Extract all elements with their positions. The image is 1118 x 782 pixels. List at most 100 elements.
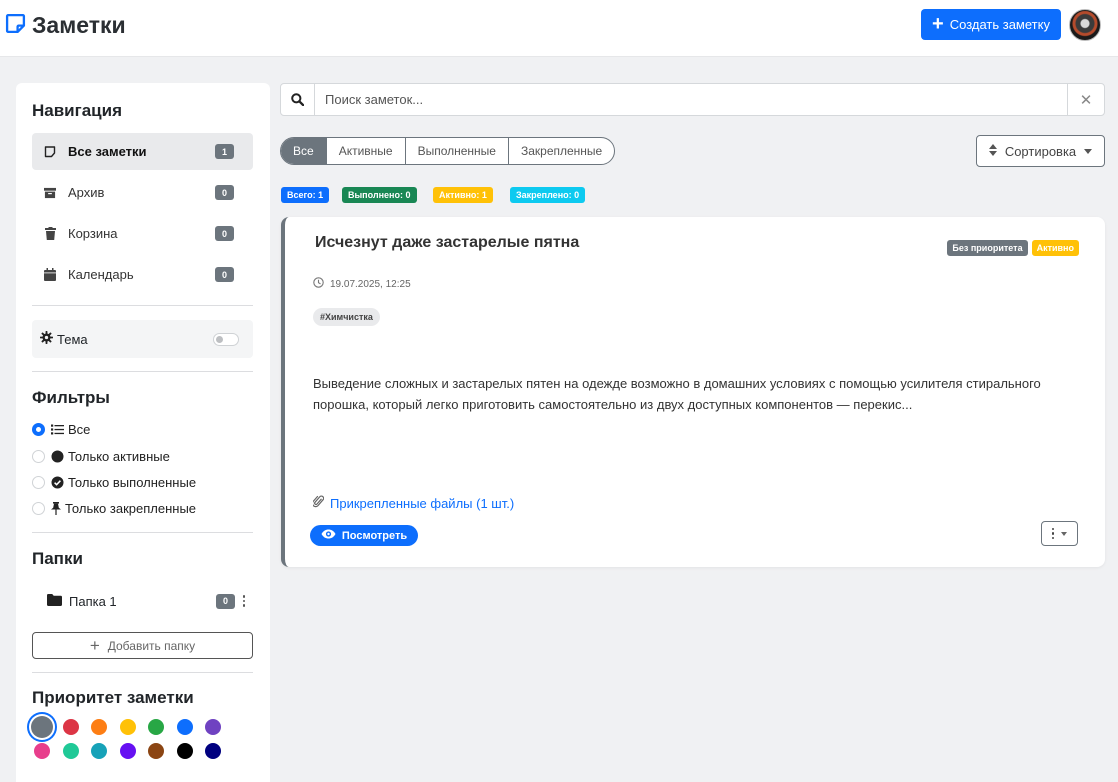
attachments-label: Прикрепленные файлы (1 шт.) <box>330 496 515 511</box>
search-input[interactable] <box>315 84 1067 115</box>
divider <box>32 672 253 673</box>
folder-item[interactable]: Папка 1 0 <box>32 589 253 613</box>
create-note-button[interactable]: + Создать заметку <box>921 9 1061 40</box>
close-icon: ✕ <box>1079 91 1093 109</box>
circle-icon <box>51 450 64 463</box>
note-title: Исчезнут даже застарелые пятна <box>315 234 580 251</box>
tab-completed[interactable]: Выполненные <box>404 138 508 164</box>
search-bar: ✕ <box>280 83 1105 116</box>
filter-pinned[interactable]: Только закрепленные <box>32 501 196 516</box>
sidebar-item-archive[interactable]: Архив 0 <box>32 174 253 211</box>
plus-icon: + <box>932 12 944 35</box>
eye-icon <box>321 529 336 542</box>
stat-pinned: Закреплено: 0 <box>510 187 586 203</box>
divider <box>32 532 253 533</box>
sidebar-item-calendar[interactable]: Календарь 0 <box>32 256 253 293</box>
sticky-note-icon <box>5 13 26 39</box>
filter-label: Только активные <box>68 449 170 464</box>
divider <box>32 305 253 306</box>
stat-completed: Выполнено: 0 <box>342 187 417 203</box>
note-badges: Без приоритета Активно <box>947 240 1079 256</box>
gear-icon <box>40 331 53 347</box>
status-badge: Активно <box>1031 240 1079 256</box>
folder-menu-icon[interactable] <box>239 595 249 607</box>
sidebar: Навигация Все заметки 1 Архив 0 Корзина … <box>16 83 270 782</box>
sidebar-item-trash[interactable]: Корзина 0 <box>32 215 253 252</box>
priority-color-swatch[interactable] <box>176 743 193 759</box>
kebab-icon <box>1051 527 1055 540</box>
priority-color-swatch[interactable] <box>119 743 136 759</box>
trash-icon <box>44 227 56 240</box>
count-badge: 0 <box>215 185 234 200</box>
add-folder-label: Добавить папку <box>107 638 196 653</box>
filter-label: Только выполненные <box>68 475 197 490</box>
clear-search-button[interactable]: ✕ <box>1067 84 1104 115</box>
chevron-down-icon <box>1084 148 1093 154</box>
tab-pinned[interactable]: Закрепленные <box>507 138 614 164</box>
sort-label: Сортировка <box>1004 143 1077 159</box>
view-note-button[interactable]: Посмотреть <box>310 525 418 546</box>
divider <box>32 371 253 372</box>
filter-all[interactable]: Все <box>32 422 90 437</box>
sidebar-item-label: Архив <box>68 185 105 200</box>
theme-label: Тема <box>57 331 88 347</box>
note-icon <box>44 145 56 158</box>
priority-color-swatch[interactable] <box>91 719 107 735</box>
priority-color-swatch[interactable] <box>62 719 79 735</box>
priority-color-swatch[interactable] <box>91 743 107 759</box>
note-date-text: 19.07.2025, 12:25 <box>330 278 411 290</box>
sidebar-item-label: Все заметки <box>68 144 147 159</box>
stat-active: Активно: 1 <box>433 187 493 203</box>
list-icon <box>51 424 64 435</box>
priority-color-swatch[interactable] <box>176 719 193 735</box>
tab-active[interactable]: Активные <box>325 138 405 164</box>
priority-color-swatch[interactable] <box>205 719 221 735</box>
filter-radio[interactable] <box>32 450 45 463</box>
priority-color-swatch[interactable] <box>119 719 136 735</box>
priority-color-swatch[interactable] <box>31 716 53 738</box>
brand: Заметки <box>5 12 126 39</box>
navigation-title: Навигация <box>32 101 122 120</box>
folders-title: Папки <box>32 549 83 568</box>
filter-completed[interactable]: Только выполненные <box>32 475 196 490</box>
priority-color-swatch[interactable] <box>148 743 164 759</box>
archive-icon <box>44 187 56 199</box>
create-note-label: Создать заметку <box>949 17 1050 32</box>
theme-switch[interactable] <box>213 332 239 346</box>
attachments-link[interactable]: Прикрепленные файлы (1 шт.) <box>311 495 515 512</box>
add-folder-button[interactable]: + Добавить папку <box>32 632 253 659</box>
priority-color-swatch[interactable] <box>62 743 79 759</box>
theme-toggle-row: Тема <box>32 320 253 358</box>
folder-label: Папка 1 <box>69 593 117 609</box>
priority-color-swatch[interactable] <box>148 719 164 735</box>
filter-radio[interactable] <box>32 423 45 436</box>
priority-color-swatch[interactable] <box>205 743 221 759</box>
plus-icon: + <box>89 636 100 655</box>
priority-color-swatch[interactable] <box>34 743 50 759</box>
sort-dropdown[interactable]: Сортировка <box>976 135 1105 167</box>
count-badge: 0 <box>216 593 235 609</box>
priority-badge: Без приоритета <box>947 240 1028 256</box>
sidebar-item-label: Календарь <box>68 267 134 282</box>
note-date: 19.07.2025, 12:25 <box>313 277 411 291</box>
note-tag[interactable]: #Химчистка <box>313 308 380 326</box>
sidebar-item-all-notes[interactable]: Все заметки 1 <box>32 133 253 170</box>
note-card[interactable]: Исчезнут даже застарелые пятна Без приор… <box>281 217 1105 567</box>
filter-active[interactable]: Только активные <box>32 449 170 464</box>
view-note-label: Посмотреть <box>341 529 408 542</box>
sidebar-item-label: Корзина <box>68 226 118 241</box>
filter-label: Только закрепленные <box>65 501 197 516</box>
tab-all[interactable]: Все <box>281 138 326 164</box>
note-actions-menu[interactable] <box>1041 521 1078 546</box>
count-badge: 0 <box>215 267 234 282</box>
filter-radio[interactable] <box>32 502 45 515</box>
paperclip-icon <box>311 495 325 512</box>
user-avatar[interactable] <box>1069 9 1101 41</box>
count-badge: 1 <box>215 144 234 159</box>
filter-label: Все <box>68 422 91 437</box>
clock-icon <box>313 277 324 291</box>
filter-radio[interactable] <box>32 476 45 489</box>
top-bar: Заметки + Создать заметку <box>0 0 1118 57</box>
app-title: Заметки <box>32 12 126 38</box>
count-badge: 0 <box>215 226 234 241</box>
